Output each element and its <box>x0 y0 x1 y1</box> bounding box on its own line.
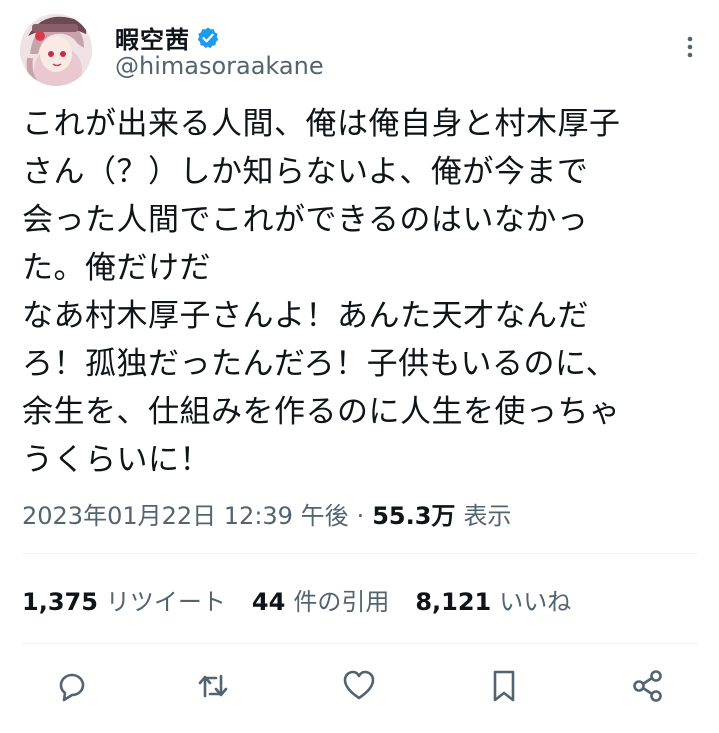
avatar-icon <box>20 14 92 86</box>
meta-separator: · <box>356 502 365 530</box>
share-button[interactable] <box>626 664 670 708</box>
verified-badge-icon <box>197 27 219 48</box>
display-name[interactable]: 暇空茜 <box>115 20 190 55</box>
tweet-meta: 2023年01月22日 12:39 午後 · 55.3万 表示 <box>22 496 511 531</box>
share-icon <box>633 670 662 702</box>
retweets-count[interactable]: 1,375 <box>22 588 98 616</box>
tweet-stats: 1,375 リツイート 44 件の引用 8,121 いいね <box>22 582 597 617</box>
retweets-label[interactable]: リツイート <box>106 582 226 617</box>
views-label: 表示 <box>463 502 512 530</box>
bookmark-icon <box>493 670 515 702</box>
likes-label[interactable]: いいね <box>499 582 571 617</box>
reply-icon <box>59 673 85 702</box>
quotes-label[interactable]: 件の引用 <box>293 582 389 617</box>
name-row: 暇空茜 <box>115 20 220 55</box>
tweet-timestamp[interactable]: 2023年01月22日 12:39 午後 <box>22 496 349 531</box>
views-count: 55.3万 <box>372 502 456 530</box>
reply-button[interactable] <box>50 664 94 708</box>
more-options-icon[interactable] <box>680 32 700 62</box>
user-handle[interactable]: @himasoraakane <box>115 52 324 80</box>
action-bar <box>0 664 719 708</box>
tweet-text: これが出来る人間、俺は俺自身と村木厚子 さん（？）しか知らないよ、俺が今まで 会… <box>22 106 621 478</box>
quotes-count[interactable]: 44 <box>252 588 285 616</box>
divider-bottom <box>22 643 698 644</box>
like-button[interactable] <box>337 664 381 708</box>
bookmark-button[interactable] <box>482 664 526 708</box>
tweet-header: 暇空茜 @himasoraakane <box>20 14 700 86</box>
avatar[interactable] <box>20 14 92 86</box>
divider-top <box>22 553 698 554</box>
like-icon <box>343 670 375 700</box>
retweet-icon <box>198 674 228 698</box>
retweet-button[interactable] <box>191 664 235 708</box>
likes-count[interactable]: 8,121 <box>415 588 491 616</box>
